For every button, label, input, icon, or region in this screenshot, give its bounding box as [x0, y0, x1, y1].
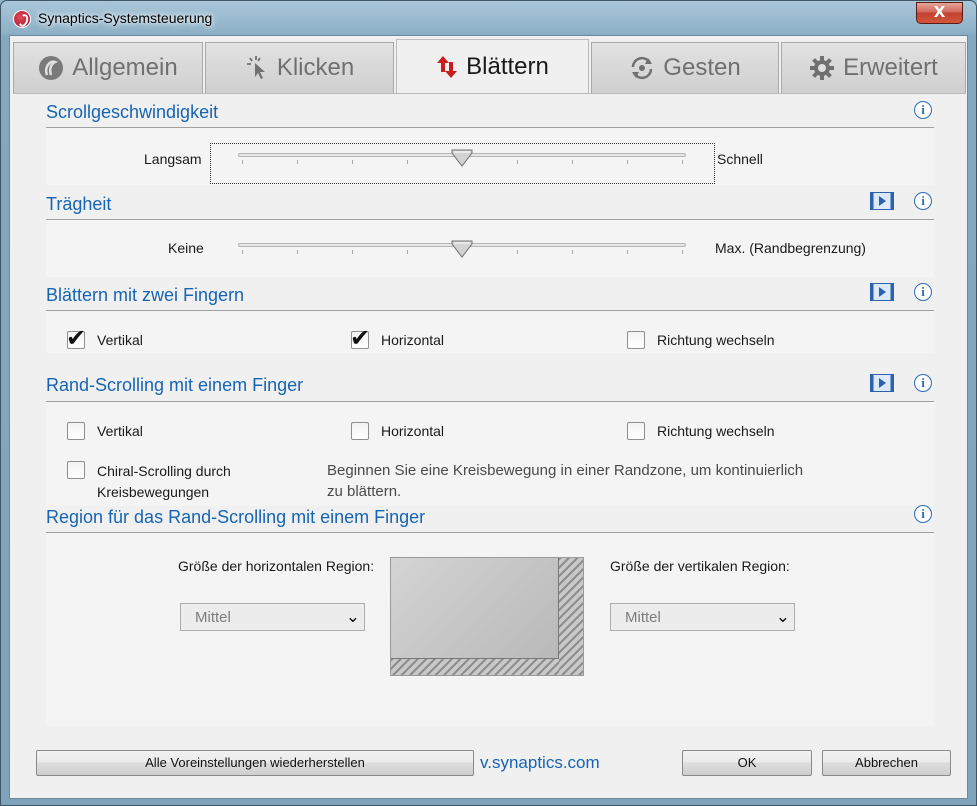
chiral-description: Beginnen Sie eine Kreisbewegung in einer…: [327, 462, 804, 479]
checkbox-label: Vertikal: [97, 332, 143, 348]
tab-allgemein[interactable]: Allgemein: [13, 42, 203, 93]
two-finger-reverse-checkbox[interactable]: [627, 331, 645, 349]
checkbox-label: Kreisbewegungen: [97, 484, 210, 500]
select-value: Mittel: [195, 609, 231, 626]
slider-tick: [682, 250, 683, 254]
checkbox-label: Vertikal: [97, 423, 143, 439]
slider-tick: [627, 250, 628, 254]
edge-horizontal-checkbox[interactable]: [351, 422, 369, 440]
tab-gesten[interactable]: Gesten: [591, 42, 779, 93]
horizontal-region-label: Größe der horizontalen Region:: [178, 558, 375, 574]
section-title-scroll-speed: Scrollgeschwindigkeit: [46, 102, 219, 122]
title-bar[interactable]: Synaptics-Systemsteuerung X: [1, 1, 976, 35]
horizontal-region-hatch: [391, 658, 559, 675]
synaptics-website-link[interactable]: v.synaptics.com: [480, 753, 600, 773]
info-icon[interactable]: i: [914, 283, 932, 301]
checkbox-label: Chiral-Scrolling durch: [97, 463, 231, 479]
ok-button[interactable]: OK: [682, 750, 812, 776]
horizontal-region-select[interactable]: Mittel ⌄: [180, 603, 365, 631]
click-cursor-icon: [245, 55, 269, 81]
synaptics-logo-icon: [38, 55, 64, 81]
edge-region-preview: [390, 557, 584, 676]
checkmark-icon: ✔: [350, 324, 371, 352]
tab-label: Allgemein: [72, 54, 178, 81]
tab-klicken[interactable]: Klicken: [205, 42, 394, 93]
close-button[interactable]: X: [916, 2, 963, 24]
chiral-scrolling-checkbox[interactable]: [67, 461, 85, 479]
slider-tick: [682, 160, 683, 164]
video-demo-icon[interactable]: [870, 283, 894, 301]
slider-min-label: Keine: [168, 240, 204, 256]
checkbox-label: Horizontal: [381, 332, 445, 348]
section-box: [46, 311, 934, 353]
info-icon[interactable]: i: [914, 505, 932, 523]
slider-tick: [572, 250, 573, 254]
slider-tick: [407, 160, 408, 164]
section-title-two-finger: Blättern mit zwei Fingern: [46, 285, 245, 305]
restore-defaults-button[interactable]: Alle Voreinstellungen wiederherstellen: [36, 750, 474, 776]
window-title: Synaptics-Systemsteuerung: [38, 10, 213, 26]
section-title-edge-scroll: Rand-Scrolling mit einem Finger: [46, 375, 304, 395]
edge-reverse-checkbox[interactable]: [627, 422, 645, 440]
window-frame: Synaptics-Systemsteuerung X Allgemein Kl…: [0, 0, 977, 806]
video-demo-icon[interactable]: [870, 374, 894, 392]
info-icon[interactable]: i: [914, 192, 932, 210]
slider-min-label: Langsam: [144, 151, 202, 167]
close-icon: X: [933, 3, 946, 21]
scroll-speed-slider-thumb[interactable]: [451, 149, 473, 167]
vertical-region-label: Größe der vertikalen Region:: [610, 558, 790, 574]
tab-label: Klicken: [276, 54, 355, 81]
slider-tick: [517, 160, 518, 164]
video-demo-icon[interactable]: [870, 192, 894, 210]
tab-label: Blättern: [466, 53, 549, 80]
info-icon[interactable]: i: [914, 374, 932, 392]
slider-tick: [627, 160, 628, 164]
info-icon[interactable]: i: [914, 101, 932, 119]
checkmark-icon: ✔: [66, 324, 87, 352]
tab-divider: [13, 93, 966, 94]
slider-tick: [352, 250, 353, 254]
chevron-down-icon: ⌄: [775, 607, 790, 627]
slider-tick: [242, 250, 243, 254]
vertical-region-select[interactable]: Mittel ⌄: [610, 603, 795, 631]
scroll-arrows-icon: [436, 54, 458, 80]
chevron-down-icon: ⌄: [345, 607, 360, 627]
edge-vertical-checkbox[interactable]: [67, 422, 85, 440]
synaptics-logo-icon: [13, 10, 31, 28]
vertical-region-hatch: [558, 558, 583, 675]
section-title-inertia: Trägheit: [46, 194, 112, 214]
slider-tick: [572, 160, 573, 164]
slider-tick: [297, 250, 298, 254]
chiral-description: zu blättern.: [327, 483, 402, 500]
gesture-rotate-icon: [629, 55, 655, 81]
slider-tick: [297, 160, 298, 164]
slider-max-label: Schnell: [717, 151, 763, 167]
tab-label: Gesten: [663, 54, 741, 81]
gear-icon: [809, 55, 835, 81]
cancel-button[interactable]: Abbrechen: [822, 750, 951, 776]
checkbox-label: Richtung wechseln: [657, 423, 775, 439]
two-finger-horizontal-checkbox[interactable]: ✔: [350, 324, 370, 352]
slider-tick: [407, 250, 408, 254]
slider-tick: [242, 160, 243, 164]
tab-label: Erweitert: [843, 54, 938, 81]
checkbox-label: Richtung wechseln: [657, 332, 775, 348]
slider-tick: [517, 250, 518, 254]
slider-tick: [352, 160, 353, 164]
section-title-edge-region: Region für das Rand-Scrolling mit einem …: [46, 507, 426, 527]
tab-erweitert[interactable]: Erweitert: [781, 42, 966, 93]
slider-max-label: Max. (Randbegrenzung): [715, 240, 866, 256]
tab-blaettern[interactable]: Blättern: [396, 39, 589, 94]
inertia-slider-thumb[interactable]: [451, 240, 473, 258]
tab-strip: Allgemein Klicken Blättern Gesten Erweit…: [13, 39, 966, 94]
select-value: Mittel: [625, 609, 661, 626]
dialog-client-area: Allgemein Klicken Blättern Gesten Erweit…: [9, 35, 968, 799]
checkbox-label: Horizontal: [381, 423, 445, 439]
two-finger-vertical-checkbox[interactable]: ✔: [66, 324, 86, 352]
